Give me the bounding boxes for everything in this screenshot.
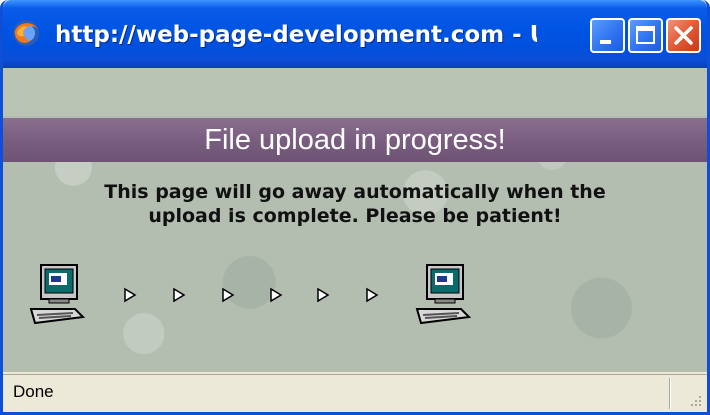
toolbar-area [3, 68, 707, 116]
title-bar[interactable]: http://web-page-development.com - U... [3, 0, 707, 68]
banner-title: File upload in progress! [204, 124, 506, 156]
firefox-icon [13, 20, 39, 46]
browser-popup-window: http://web-page-development.com - U... F… [0, 0, 710, 415]
status-text: Done [13, 382, 54, 401]
triangle-right-icon [173, 287, 186, 303]
status-bar: Done [3, 374, 707, 412]
triangle-right-icon [270, 287, 283, 303]
maximize-button[interactable] [628, 18, 663, 53]
resize-grip-icon[interactable] [687, 392, 703, 408]
message-line-1: This page will go away automatically whe… [104, 181, 606, 203]
upload-message: This page will go away automatically whe… [23, 180, 687, 228]
page-content: File upload in progress! This page will … [3, 116, 707, 372]
destination-computer-icon [415, 264, 472, 325]
close-icon [674, 26, 693, 45]
triangle-right-icon [222, 287, 235, 303]
window-title: http://web-page-development.com - U... [55, 22, 537, 48]
minimize-icon [600, 40, 611, 44]
triangle-right-icon [317, 287, 330, 303]
close-button[interactable] [666, 18, 701, 53]
message-line-2: upload is complete. Please be patient! [148, 205, 562, 227]
maximize-icon [636, 26, 655, 44]
status-divider [669, 378, 671, 409]
triangle-right-icon [124, 287, 137, 303]
triangle-right-icon [366, 287, 379, 303]
source-computer-icon [29, 264, 86, 325]
progress-banner: File upload in progress! [3, 118, 707, 162]
minimize-button[interactable] [590, 18, 625, 53]
upload-animation [3, 261, 707, 341]
